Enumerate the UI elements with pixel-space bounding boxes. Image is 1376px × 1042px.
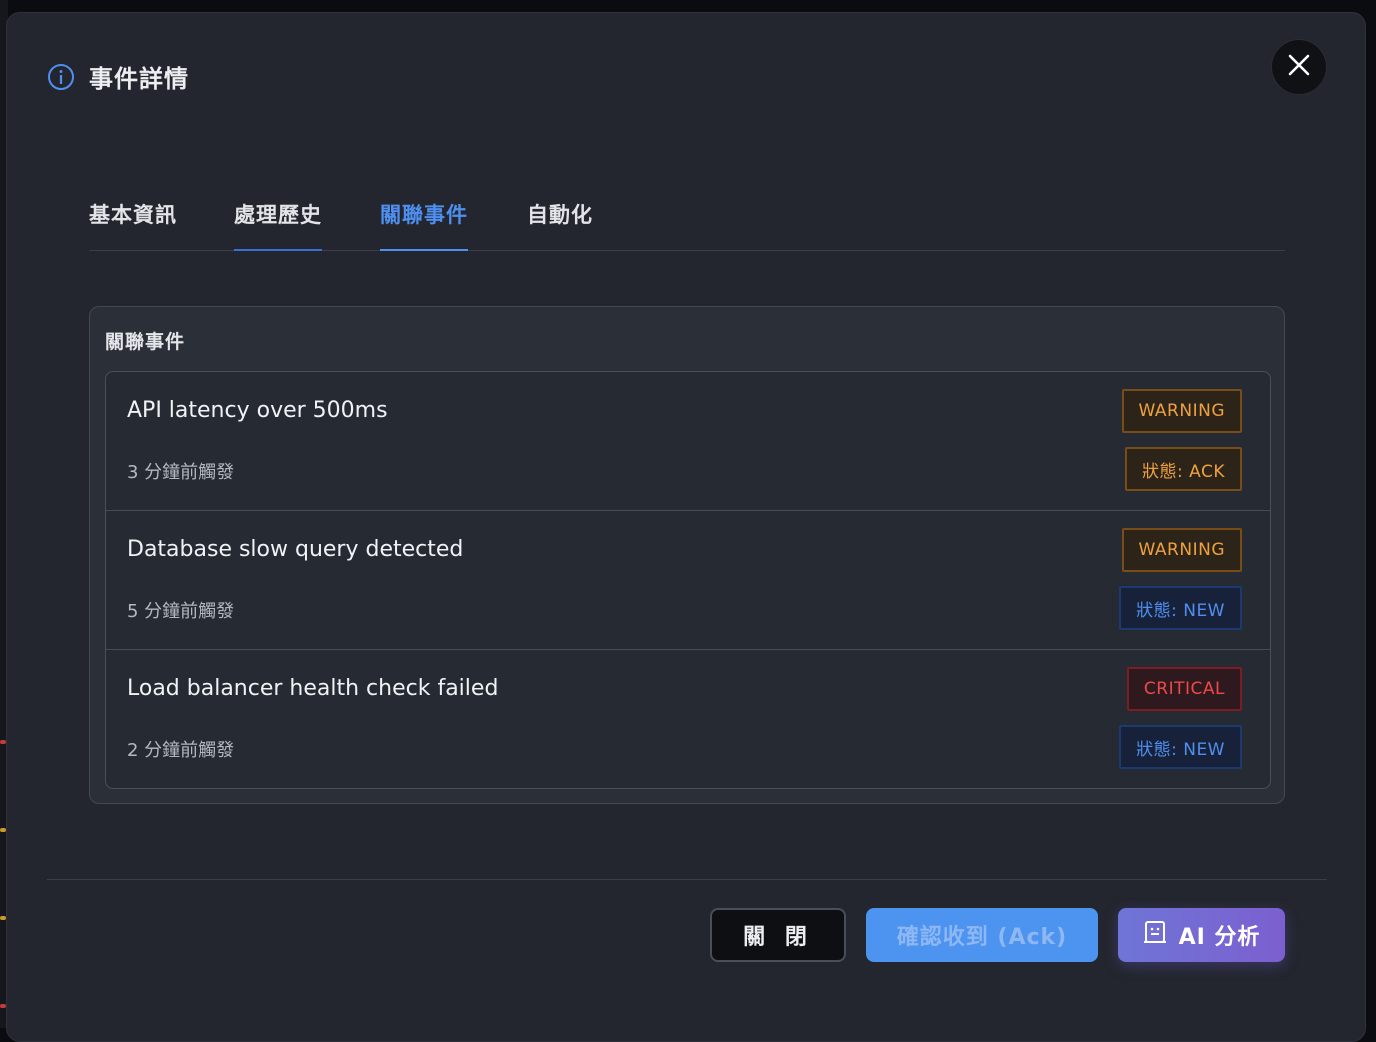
event-row[interactable]: Load balancer health check failed 2 分鐘前觸… bbox=[106, 650, 1270, 788]
dialog-header: 事件詳情 bbox=[47, 59, 189, 94]
event-title: Database slow query detected bbox=[127, 537, 464, 562]
severity-badge: CRITICAL bbox=[1126, 667, 1242, 711]
tab-related-events[interactable]: 關聯事件 bbox=[380, 199, 468, 251]
tab-bar: 基本資訊 處理歷史 關聯事件 自動化 bbox=[89, 199, 1285, 251]
event-details-dialog: 事件詳情 基本資訊 處理歷史 關聯事件 自動化 關聯事件 API latency… bbox=[6, 12, 1366, 1042]
event-time: 2 分鐘前觸發 bbox=[127, 740, 235, 761]
ack-button[interactable]: 確認收到 (Ack) bbox=[866, 908, 1098, 962]
status-badge: 狀態: NEW bbox=[1119, 586, 1242, 630]
close-dialog-button[interactable]: 關 閉 bbox=[710, 908, 846, 962]
severity-badge: WARNING bbox=[1121, 389, 1242, 433]
info-icon bbox=[47, 63, 75, 91]
severity-badge: WARNING bbox=[1121, 528, 1242, 572]
event-list: API latency over 500ms 3 分鐘前觸發 WARNING 狀… bbox=[105, 371, 1271, 789]
ai-analysis-button[interactable]: AI 分析 bbox=[1118, 908, 1285, 962]
event-time: 3 分鐘前觸發 bbox=[127, 462, 235, 483]
panel-title: 關聯事件 bbox=[105, 331, 186, 353]
close-button[interactable] bbox=[1271, 39, 1327, 95]
event-row[interactable]: Database slow query detected 5 分鐘前觸發 WAR… bbox=[106, 511, 1270, 650]
tab-automation[interactable]: 自動化 bbox=[527, 199, 593, 251]
tab-basic-info[interactable]: 基本資訊 bbox=[89, 199, 177, 251]
tab-history[interactable]: 處理歷史 bbox=[234, 199, 322, 251]
footer-divider bbox=[47, 879, 1327, 880]
status-badge: 狀態: NEW bbox=[1119, 725, 1242, 769]
robot-icon bbox=[1143, 920, 1167, 950]
ai-analysis-label: AI 分析 bbox=[1178, 925, 1261, 950]
related-events-panel: 關聯事件 API latency over 500ms 3 分鐘前觸發 WARN… bbox=[89, 306, 1285, 804]
event-time: 5 分鐘前觸發 bbox=[127, 601, 235, 622]
event-title: API latency over 500ms bbox=[127, 398, 388, 423]
event-row[interactable]: API latency over 500ms 3 分鐘前觸發 WARNING 狀… bbox=[106, 372, 1270, 511]
status-badge: 狀態: ACK bbox=[1125, 447, 1242, 491]
event-title: Load balancer health check failed bbox=[127, 676, 499, 701]
close-icon bbox=[1288, 54, 1310, 80]
dialog-title: 事件詳情 bbox=[89, 65, 189, 93]
